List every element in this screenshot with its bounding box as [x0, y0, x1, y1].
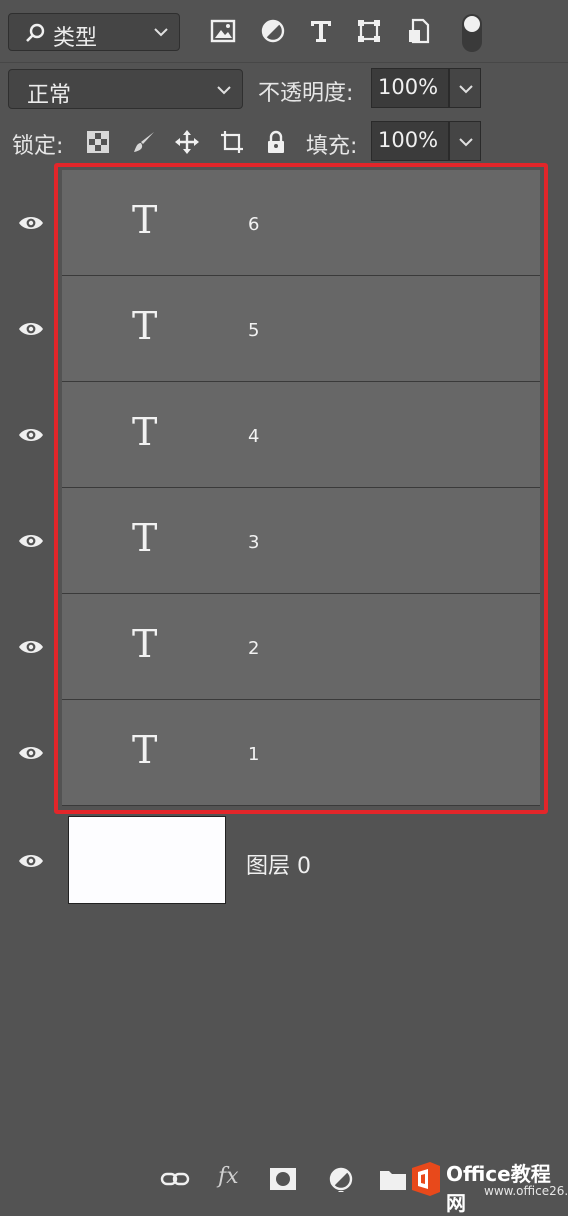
- layer-row[interactable]: T 1: [0, 700, 540, 806]
- eye-icon[interactable]: [18, 214, 44, 232]
- pixel-layer-filter-icon[interactable]: [210, 18, 236, 44]
- lock-artboard-icon[interactable]: [220, 130, 244, 154]
- fill-dropdown-button[interactable]: [449, 121, 481, 161]
- fill-label: 填充:: [306, 134, 358, 159]
- toggle-knob: [464, 16, 480, 32]
- type-layer-thumbnail: T: [132, 516, 158, 560]
- layer-filter-bar: 类型: [0, 0, 568, 62]
- filter-type-select[interactable]: 类型: [8, 13, 180, 51]
- layer-body[interactable]: T 1: [62, 700, 540, 806]
- type-layer-filter-icon[interactable]: [308, 18, 334, 44]
- layer-row[interactable]: T 4: [0, 382, 540, 488]
- background-layer-row[interactable]: 图层 0: [0, 808, 540, 914]
- link-layers-icon[interactable]: [160, 1166, 190, 1192]
- visibility-column: [0, 276, 62, 382]
- layer-name[interactable]: 6: [248, 214, 259, 235]
- visibility-column: [0, 488, 62, 594]
- layer-name[interactable]: 1: [248, 744, 259, 765]
- new-group-folder-icon[interactable]: [378, 1166, 408, 1192]
- layer-body[interactable]: T 3: [62, 488, 540, 594]
- eye-icon[interactable]: [18, 532, 44, 550]
- eye-icon[interactable]: [18, 638, 44, 656]
- shape-layer-filter-icon[interactable]: [356, 18, 382, 44]
- chevron-down-icon: [154, 28, 168, 37]
- eye-icon[interactable]: [18, 320, 44, 338]
- lock-image-pixels-icon[interactable]: [132, 130, 156, 154]
- opacity-label: 不透明度:: [258, 81, 354, 106]
- layer-body[interactable]: T 6: [62, 170, 540, 276]
- layer-row[interactable]: T 2: [0, 594, 540, 700]
- layer-body[interactable]: T 4: [62, 382, 540, 488]
- type-layer-thumbnail: T: [132, 728, 158, 772]
- layer-row[interactable]: T 3: [0, 488, 540, 594]
- layer-row[interactable]: T 6: [0, 170, 540, 276]
- visibility-column: [0, 594, 62, 700]
- layer-row[interactable]: T 5: [0, 276, 540, 382]
- layer-name[interactable]: 2: [248, 638, 259, 659]
- fx-icon[interactable]: fx: [218, 1164, 239, 1189]
- filter-type-label: 类型: [53, 26, 98, 51]
- watermark-url: www.office26.com: [484, 1184, 568, 1198]
- lock-transparent-pixels-icon[interactable]: [86, 130, 110, 154]
- add-mask-icon[interactable]: [268, 1166, 298, 1192]
- office-logo-icon: [412, 1162, 440, 1196]
- filter-toggle-switch[interactable]: [462, 14, 482, 52]
- type-layer-thumbnail: T: [132, 198, 158, 242]
- blend-mode-label: 正常: [27, 83, 72, 108]
- visibility-column: [0, 382, 62, 488]
- search-icon: [26, 23, 45, 42]
- lock-position-icon[interactable]: [175, 130, 199, 154]
- layer-body[interactable]: T 5: [62, 276, 540, 382]
- eye-icon[interactable]: [18, 744, 44, 762]
- lock-label: 锁定:: [12, 134, 64, 159]
- layer-thumbnail[interactable]: [68, 816, 226, 904]
- adjustment-layer-filter-icon[interactable]: [260, 18, 286, 44]
- type-layer-thumbnail: T: [132, 622, 158, 666]
- eye-icon[interactable]: [18, 426, 44, 444]
- type-layer-thumbnail: T: [132, 410, 158, 454]
- blend-opacity-bar: 正常 不透明度: 100%: [0, 62, 568, 117]
- new-adjustment-layer-icon[interactable]: [326, 1166, 356, 1192]
- smart-object-filter-icon[interactable]: [406, 18, 432, 44]
- visibility-column: [0, 170, 62, 276]
- visibility-column: [0, 700, 62, 806]
- chevron-down-icon: [217, 86, 231, 95]
- fill-input[interactable]: 100%: [371, 121, 449, 161]
- layer-name[interactable]: 3: [248, 532, 259, 553]
- eye-icon[interactable]: [18, 852, 44, 870]
- watermark: Office教程网 www.office26.com: [408, 1154, 568, 1215]
- type-layer-thumbnail: T: [132, 304, 158, 348]
- opacity-dropdown-button[interactable]: [449, 68, 481, 108]
- blend-mode-select[interactable]: 正常: [8, 69, 243, 109]
- layer-name[interactable]: 图层 0: [246, 848, 311, 880]
- lock-all-icon[interactable]: [264, 130, 288, 154]
- layer-body[interactable]: T 2: [62, 594, 540, 700]
- layer-name[interactable]: 5: [248, 320, 259, 341]
- chevron-down-icon: [459, 85, 473, 94]
- chevron-down-icon: [459, 138, 473, 147]
- opacity-input[interactable]: 100%: [371, 68, 449, 108]
- layer-name[interactable]: 4: [248, 426, 259, 447]
